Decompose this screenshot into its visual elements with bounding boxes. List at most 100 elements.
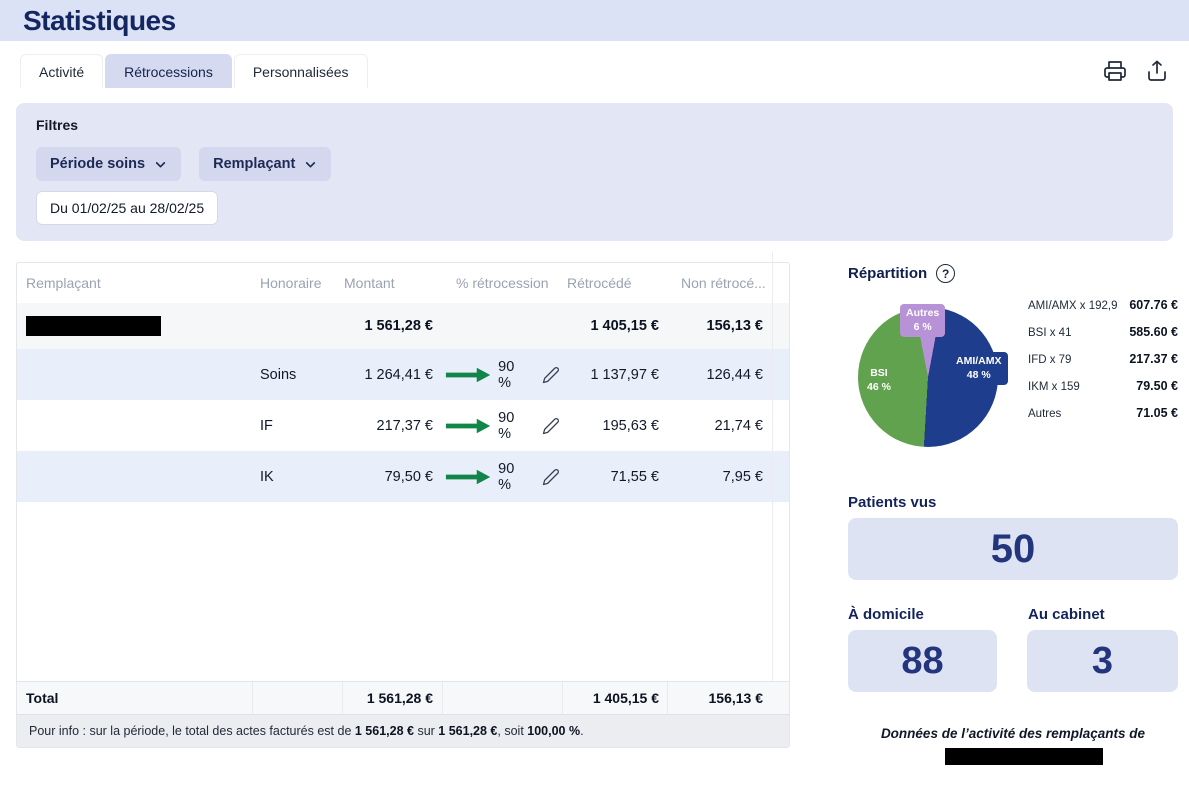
pie-label-bsi: BSI 46 % [861,364,897,397]
legend-label: IFD x 79 [1028,354,1071,366]
panel-footer-note: Données de l’activité des remplaçants de [848,726,1178,741]
right-panel: Répartition ? Autres 6 % AMI/AMX 48 % BS… [848,262,1178,782]
footnote-pct: 100,00 % [527,724,580,738]
non-retrocede-value: 7,95 € [667,469,789,485]
tab-activite[interactable]: Activité [20,54,103,88]
table-header: Remplaçant Honoraire Montant % rétrocess… [17,263,789,303]
cabinet-value: 3 [1027,630,1178,692]
filters-title: Filtres [36,117,1153,133]
footnote-total-periode: 1 561,28 € [438,724,497,738]
table-row-soins: Soins 1 264,41 € 90 % 1 137,97 € 126,44 … [17,349,789,400]
edit-retrocession-button[interactable] [540,466,562,488]
repartition-title: Répartition [848,265,927,282]
print-button[interactable] [1101,57,1129,85]
help-icon[interactable]: ? [936,264,955,283]
retrocessions-table: Remplaçant Honoraire Montant % rétrocess… [16,262,790,748]
legend-value: 71.05 € [1136,406,1178,420]
pencil-icon [542,417,560,435]
legend-label: IKM x 159 [1028,381,1080,393]
non-retrocede-value: 21,74 € [667,418,789,434]
col-non-retrocede: Non rétrocé... [667,275,789,291]
honoraire-type: Soins [252,367,342,383]
pencil-icon [542,468,560,486]
page-title: Statistiques [0,0,1189,39]
pie-slice-pct: 48 % [956,369,1002,383]
pie-slice-name: BSI [867,367,891,381]
retrocede-value: 71,55 € [562,469,667,485]
edit-retrocession-button[interactable] [540,364,562,386]
date-range-button[interactable]: Du 01/02/25 au 28/02/25 [36,191,218,225]
col-montant: Montant [342,275,442,291]
pencil-icon [542,366,560,384]
periode-soins-dropdown[interactable]: Période soins [36,147,181,181]
redacted-remplacant-name [26,316,161,336]
remplacant-dropdown[interactable]: Remplaçant [199,147,331,181]
col-honoraire: Honoraire [252,275,342,291]
legend-label: Autres [1028,408,1061,420]
legend-item: IFD x 79 217.37 € [1028,352,1178,366]
toolbar-actions [1101,54,1173,88]
arrow-right-icon [444,366,492,384]
chevron-down-icon [154,158,167,171]
legend-item: BSI x 41 585.60 € [1028,325,1178,339]
montant-value: 79,50 € [342,469,442,485]
repartition-legend: AMI/AMX x 192,9 607.76 € BSI x 41 585.60… [1028,298,1178,433]
honoraire-type: IF [252,418,342,434]
pie-slice-name: Autres [906,307,939,321]
tab-retrocessions[interactable]: Rétrocessions [105,54,232,88]
summary-montant: 1 561,28 € [342,318,442,334]
total-retrocede: 1 405,15 € [562,682,667,714]
repartition-header: Répartition ? [848,264,955,283]
cabinet-label: Au cabinet [1028,606,1105,623]
legend-value: 585.60 € [1129,325,1178,339]
footnote-part: Pour info : sur la période, le total des… [29,724,355,738]
footnote-total-facture: 1 561,28 € [355,724,414,738]
col-retrocede: Rétrocédé [562,275,667,291]
patients-vus-label: Patients vus [848,494,936,511]
retrocede-value: 195,63 € [562,418,667,434]
table-footnote: Pour info : sur la période, le total des… [17,714,789,747]
non-retrocede-value: 126,44 € [667,367,789,383]
total-non-retrocede: 156,13 € [667,682,789,714]
tab-bar: Activité Rétrocessions Personnalisées [20,54,1173,88]
pie-slice-name: AMI/AMX [956,355,1002,369]
retrocession-pct: 90 % [498,461,530,493]
edit-retrocession-button[interactable] [540,415,562,437]
footnote-part: . [580,724,583,738]
export-button[interactable] [1143,57,1171,85]
domicile-label: À domicile [848,606,924,623]
statistics-page: Statistiques Activité Rétrocessions Pers… [0,0,1189,793]
pie-label-ami-amx: AMI/AMX 48 % [950,352,1008,385]
legend-value: 607.76 € [1129,298,1178,312]
retrocession-pct: 90 % [498,359,530,391]
table-row-if: IF 217,37 € 90 % 195,63 € 21,74 € [17,400,789,451]
total-montant: 1 561,28 € [342,682,442,714]
tab-personnalisees[interactable]: Personnalisées [234,54,368,88]
pie-slice-pct: 6 % [906,321,939,335]
col-pct-retrocession: % rétrocession [442,275,562,291]
table-empty-space [17,502,789,681]
arrow-right-icon [444,417,492,435]
redacted-remplacant-name-footer [945,748,1103,765]
retrocede-value: 1 137,97 € [562,367,667,383]
col-remplacant: Remplaçant [17,275,252,291]
legend-label: BSI x 41 [1028,327,1071,339]
export-icon [1145,59,1169,83]
arrow-right-icon [444,468,492,486]
remplacant-label: Remplaçant [213,156,295,172]
periode-soins-label: Période soins [50,156,145,172]
total-label: Total [17,682,252,714]
patients-vus-value: 50 [848,518,1178,580]
table-row-ik: IK 79,50 € 90 % 71,55 € 7,95 € [17,451,789,502]
legend-item: AMI/AMX x 192,9 607.76 € [1028,298,1178,312]
domicile-value: 88 [848,630,997,692]
table-total-row: Total 1 561,28 € 1 405,15 € 156,13 € [17,681,789,714]
legend-value: 79.50 € [1136,379,1178,393]
legend-item: Autres 71.05 € [1028,406,1178,420]
footnote-part: sur [414,724,438,738]
summary-retrocede: 1 405,15 € [562,318,667,334]
filters-panel: Filtres Période soins Remplaçant Du 01/0… [16,103,1173,241]
legend-item: IKM x 159 79.50 € [1028,379,1178,393]
filters-row: Période soins Remplaçant [36,147,1153,181]
retrocession-pct: 90 % [498,410,530,442]
